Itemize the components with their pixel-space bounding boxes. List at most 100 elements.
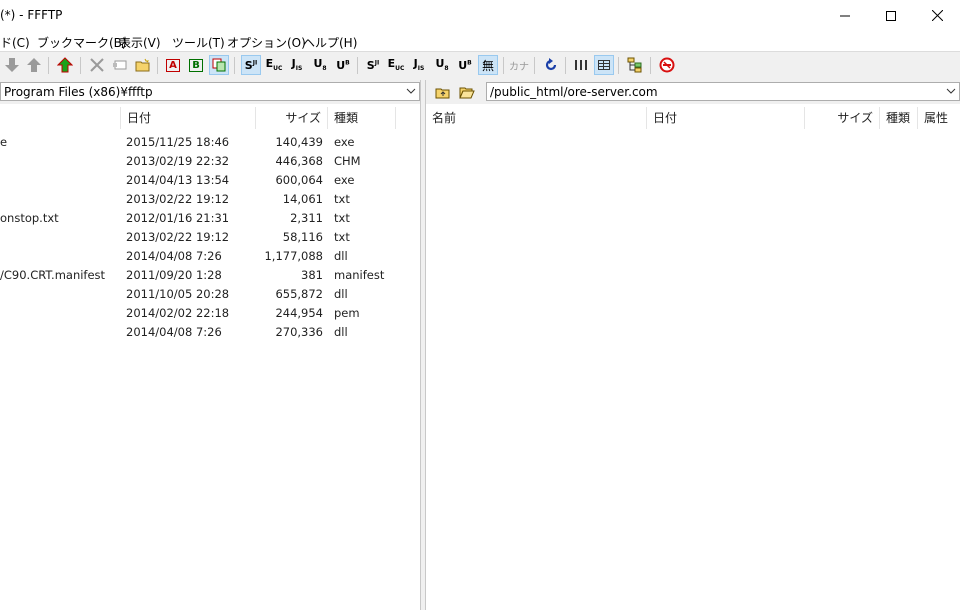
binary-mode-label: B xyxy=(189,58,203,72)
detail-view-button[interactable] xyxy=(594,55,614,75)
remote-col-type[interactable]: 種類 xyxy=(880,107,918,129)
local-col-name[interactable] xyxy=(0,107,121,129)
file-name xyxy=(0,285,118,304)
table-row[interactable]: 2013/02/19 22:32 446,368 CHM xyxy=(0,152,420,171)
stop-button[interactable] xyxy=(657,55,677,75)
file-size: 140,439 xyxy=(275,135,323,149)
list-view-button[interactable] xyxy=(571,55,591,75)
refresh-icon xyxy=(545,58,557,71)
minimize-button[interactable] xyxy=(822,0,868,31)
file-date: 2014/04/13 13:54 xyxy=(126,173,230,187)
local-col-date[interactable]: 日付 xyxy=(121,107,256,129)
no-conversion-button[interactable]: 無 xyxy=(478,55,498,75)
file-size: 244,954 xyxy=(275,306,323,320)
toolbar: A B SJI EUC JIS U8 UB SJI EUC JIS U8 UB … xyxy=(0,51,960,81)
table-row[interactable]: 2011/10/05 20:28 655,872 dll xyxy=(0,285,420,304)
parent-folder-button[interactable] xyxy=(55,55,75,75)
new-folder-icon xyxy=(135,58,150,72)
local-utf8bom-label: UB xyxy=(458,58,472,72)
menu-view[interactable]: 表示(V) xyxy=(119,34,161,51)
table-row[interactable]: 2013/02/22 19:12 14,061 txt xyxy=(0,190,420,209)
table-row[interactable]: 2014/04/13 13:54 600,064 exe xyxy=(0,171,420,190)
local-sjis-button[interactable]: SJI xyxy=(363,55,383,75)
menu-tools[interactable]: ツール(T) xyxy=(172,34,225,51)
menu-help[interactable]: ヘルプ(H) xyxy=(303,34,357,51)
toolbar-separator xyxy=(503,57,504,74)
auto-mode-button[interactable] xyxy=(209,55,229,75)
remote-file-list: 名前 日付 サイズ 種類 属性 xyxy=(426,107,960,610)
ascii-mode-button[interactable]: A xyxy=(163,55,183,75)
menu-bar: ド(C) ブックマーク(B) 表示(V) ツール(T) オプション(O) ヘルプ… xyxy=(0,31,960,51)
table-row[interactable]: 2013/02/22 19:12 58,116 txt xyxy=(0,228,420,247)
local-utf8bom-button[interactable]: UB xyxy=(455,55,475,75)
toolbar-separator xyxy=(534,57,535,74)
file-type: dll xyxy=(334,325,348,339)
binary-mode-button[interactable]: B xyxy=(186,55,206,75)
file-type: txt xyxy=(334,192,350,206)
refresh-button[interactable] xyxy=(541,55,561,75)
file-name: onstop.txt xyxy=(0,211,59,225)
toolbar-separator xyxy=(80,57,81,74)
remote-up-folder-button[interactable] xyxy=(433,82,453,102)
folder-tree-button[interactable] xyxy=(625,55,645,75)
file-name xyxy=(0,323,118,342)
host-euc-button[interactable]: EUC xyxy=(264,55,284,75)
file-name xyxy=(0,228,118,247)
menu-connect[interactable]: ド(C) xyxy=(0,34,30,51)
local-file-list: 日付 サイズ 種類 e 2015/11/25 18:46 140,439 exe 201… xyxy=(0,107,420,610)
table-row[interactable]: 2014/04/08 7:26 1,177,088 dll xyxy=(0,247,420,266)
local-list-header: 日付 サイズ 種類 xyxy=(0,107,420,129)
file-size: 270,336 xyxy=(275,325,323,339)
menu-options[interactable]: オプション(O) xyxy=(227,34,306,51)
toolbar-separator xyxy=(650,57,651,74)
file-date: 2011/09/20 1:28 xyxy=(126,268,222,282)
remote-col-name[interactable]: 名前 xyxy=(426,107,647,129)
file-date: 2011/10/05 20:28 xyxy=(126,287,230,301)
stop-icon xyxy=(659,57,675,73)
table-row[interactable]: 2014/02/02 22:18 244,954 pem xyxy=(0,304,420,323)
file-type: exe xyxy=(334,135,355,149)
host-jis-button[interactable]: JIS xyxy=(287,55,307,75)
host-utf8bom-button[interactable]: UB xyxy=(333,55,353,75)
upload-button[interactable] xyxy=(24,55,44,75)
toolbar-separator xyxy=(357,57,358,74)
remote-path-combo[interactable]: /public_html/ore-server.com xyxy=(486,82,960,101)
table-row[interactable]: /C90.CRT.manifest 2011/09/20 1:28 381 manif… xyxy=(0,266,420,285)
file-name: e xyxy=(0,135,8,149)
close-button[interactable] xyxy=(914,0,960,31)
window-title: (*) - FFFTP xyxy=(0,8,63,22)
table-row[interactable]: e 2015/11/25 18:46 140,439 exe xyxy=(0,133,420,152)
remote-col-size[interactable]: サイズ xyxy=(805,107,880,129)
kana-convert-button[interactable]: カナ xyxy=(509,55,529,75)
remote-open-folder-button[interactable] xyxy=(457,82,477,102)
menu-bookmark[interactable]: ブックマーク(B) xyxy=(37,34,127,51)
open-folder-icon xyxy=(459,87,475,99)
host-utf8-label: U8 xyxy=(313,57,327,73)
local-utf8-button[interactable]: U8 xyxy=(432,55,452,75)
new-folder-button[interactable] xyxy=(133,55,153,75)
remote-col-date[interactable]: 日付 xyxy=(647,107,805,129)
local-path-combo[interactable]: Program Files (x86)¥ffftp xyxy=(0,82,420,101)
maximize-button[interactable] xyxy=(868,0,914,31)
file-type: txt xyxy=(334,230,350,244)
local-col-size[interactable]: サイズ xyxy=(256,107,328,129)
green-up-arrow-icon xyxy=(57,57,73,73)
download-button[interactable] xyxy=(2,55,22,75)
table-row[interactable]: onstop.txt 2012/01/16 21:31 2,311 txt xyxy=(0,209,420,228)
remote-path-bar: /public_html/ore-server.com xyxy=(426,80,960,104)
table-row[interactable]: 2014/04/08 7:26 270,336 dll xyxy=(0,323,420,342)
local-jis-button[interactable]: JIS xyxy=(409,55,429,75)
local-col-type[interactable]: 種類 xyxy=(328,107,396,129)
local-euc-button[interactable]: EUC xyxy=(386,55,406,75)
chevron-down-icon xyxy=(406,88,416,94)
rename-button[interactable] xyxy=(110,55,130,75)
remote-col-attr[interactable]: 属性 xyxy=(918,107,960,129)
file-type: pem xyxy=(334,306,360,320)
host-sjis-button[interactable]: SJI xyxy=(241,55,261,75)
delete-button[interactable] xyxy=(87,55,107,75)
file-type: dll xyxy=(334,287,348,301)
host-utf8-button[interactable]: U8 xyxy=(310,55,330,75)
rename-icon xyxy=(113,60,127,70)
file-type: exe xyxy=(334,173,355,187)
file-date: 2012/01/16 21:31 xyxy=(126,211,230,225)
